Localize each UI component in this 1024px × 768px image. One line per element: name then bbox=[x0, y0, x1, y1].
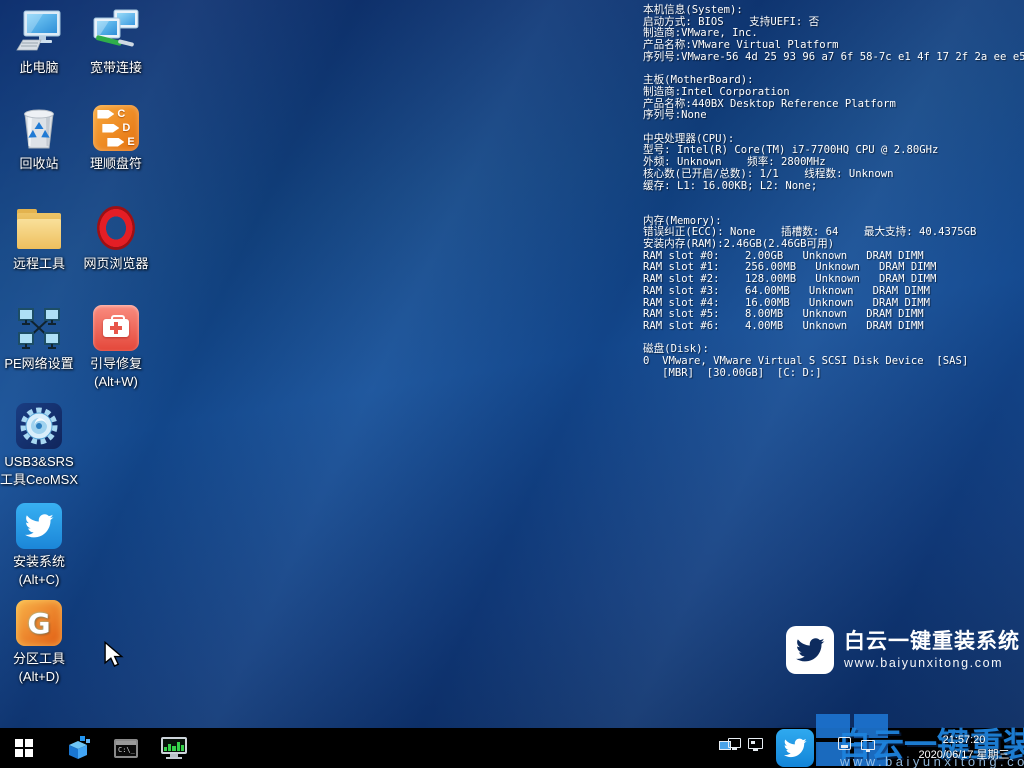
icon-label: USB3&SRS bbox=[0, 453, 78, 471]
icon-label: 远程工具 bbox=[0, 255, 78, 273]
watermark-url: www.baiyunxitong.com bbox=[844, 655, 1020, 671]
icon-label: 网页浏览器 bbox=[77, 255, 155, 273]
taskbar: C:\_ 白云一键重装系统 www.baiyunxitong.com bbox=[0, 728, 1024, 768]
start-button[interactable] bbox=[2, 728, 46, 768]
taskbar-app-task-manager[interactable] bbox=[152, 728, 196, 768]
clock-time: 21:57:20 bbox=[908, 733, 1020, 748]
taskbar-bird-button[interactable] bbox=[776, 729, 814, 767]
folder-icon bbox=[15, 204, 63, 252]
icon-label: 此电脑 bbox=[0, 59, 78, 77]
task-manager-icon bbox=[161, 737, 187, 759]
taskbar-app-pe-tools[interactable] bbox=[56, 728, 100, 768]
bird-icon bbox=[783, 736, 807, 760]
icon-label-shortcut: (Alt+W) bbox=[77, 373, 155, 391]
icon-label-line2: 工具CeoMSX bbox=[0, 471, 78, 489]
icon-label: 理顺盘符 bbox=[77, 155, 155, 173]
recycle-bin-icon bbox=[15, 104, 63, 152]
desktop-icon-this-pc[interactable]: 此电脑 bbox=[0, 8, 78, 77]
desktop: 本机信息(System): 启动方式: BIOS 支持UEFI: 否 制造商:V… bbox=[0, 0, 1024, 768]
icon-label: 引导修复 bbox=[77, 355, 155, 373]
network-connection-icon bbox=[92, 8, 140, 56]
system-info-text: 本机信息(System): 启动方式: BIOS 支持UEFI: 否 制造商:V… bbox=[643, 5, 1024, 380]
desktop-icon-pe-network[interactable]: PE网络设置 bbox=[0, 304, 78, 373]
taskbar-clock[interactable]: 21:57:20 2020/06/17 星期三 bbox=[908, 733, 1020, 763]
blue-cube-icon bbox=[65, 735, 91, 761]
tray-display-duplicate-icon[interactable] bbox=[719, 738, 741, 756]
network-settings-icon bbox=[15, 304, 63, 352]
bird-install-icon bbox=[15, 502, 63, 550]
desktop-icon-boot-repair[interactable]: 引导修复 (Alt+W) bbox=[77, 304, 155, 391]
icon-label: 回收站 bbox=[0, 155, 78, 173]
clock-date: 2020/06/17 星期三 bbox=[908, 748, 1020, 763]
desktop-watermark: 白云一键重装系统 www.baiyunxitong.com bbox=[786, 626, 1020, 674]
desktop-icon-usb3-srs[interactable]: USB3&SRS 工具CeoMSX bbox=[0, 402, 78, 489]
tray-network-icon[interactable] bbox=[748, 738, 766, 754]
windows-logo-icon bbox=[15, 739, 33, 757]
gear-tool-icon bbox=[15, 402, 63, 450]
diskgenius-icon: G bbox=[15, 599, 63, 647]
icon-label: 分区工具 bbox=[0, 650, 78, 668]
tray-display-icon[interactable] bbox=[861, 740, 877, 754]
icon-label: 宽带连接 bbox=[77, 59, 155, 77]
desktop-icon-partition-tool[interactable]: G 分区工具 (Alt+D) bbox=[0, 599, 78, 686]
taskbar-app-cmd[interactable]: C:\_ bbox=[104, 728, 148, 768]
tray-usb-icon[interactable] bbox=[838, 737, 853, 753]
drive-letters-icon: C D E bbox=[92, 104, 140, 152]
first-aid-icon bbox=[92, 304, 140, 352]
icon-label-shortcut: (Alt+D) bbox=[0, 668, 78, 686]
watermark-title: 白云一键重装系统 bbox=[844, 629, 1020, 655]
command-prompt-icon: C:\_ bbox=[114, 739, 138, 758]
icon-label: 安装系统 bbox=[0, 553, 78, 571]
mouse-cursor bbox=[103, 641, 125, 667]
desktop-icon-drive-letters[interactable]: C D E 理顺盘符 bbox=[77, 104, 155, 173]
desktop-icon-remote-tools[interactable]: 远程工具 bbox=[0, 204, 78, 273]
desktop-icon-recycle-bin[interactable]: 回收站 bbox=[0, 104, 78, 173]
computer-icon bbox=[15, 8, 63, 56]
icon-label-shortcut: (Alt+C) bbox=[0, 571, 78, 589]
icon-label: PE网络设置 bbox=[0, 355, 78, 373]
opera-browser-icon bbox=[92, 204, 140, 252]
desktop-icon-install-system[interactable]: 安装系统 (Alt+C) bbox=[0, 502, 78, 589]
bird-logo-icon bbox=[786, 626, 834, 674]
desktop-icon-broadband[interactable]: 宽带连接 bbox=[77, 8, 155, 77]
desktop-icon-web-browser[interactable]: 网页浏览器 bbox=[77, 204, 155, 273]
